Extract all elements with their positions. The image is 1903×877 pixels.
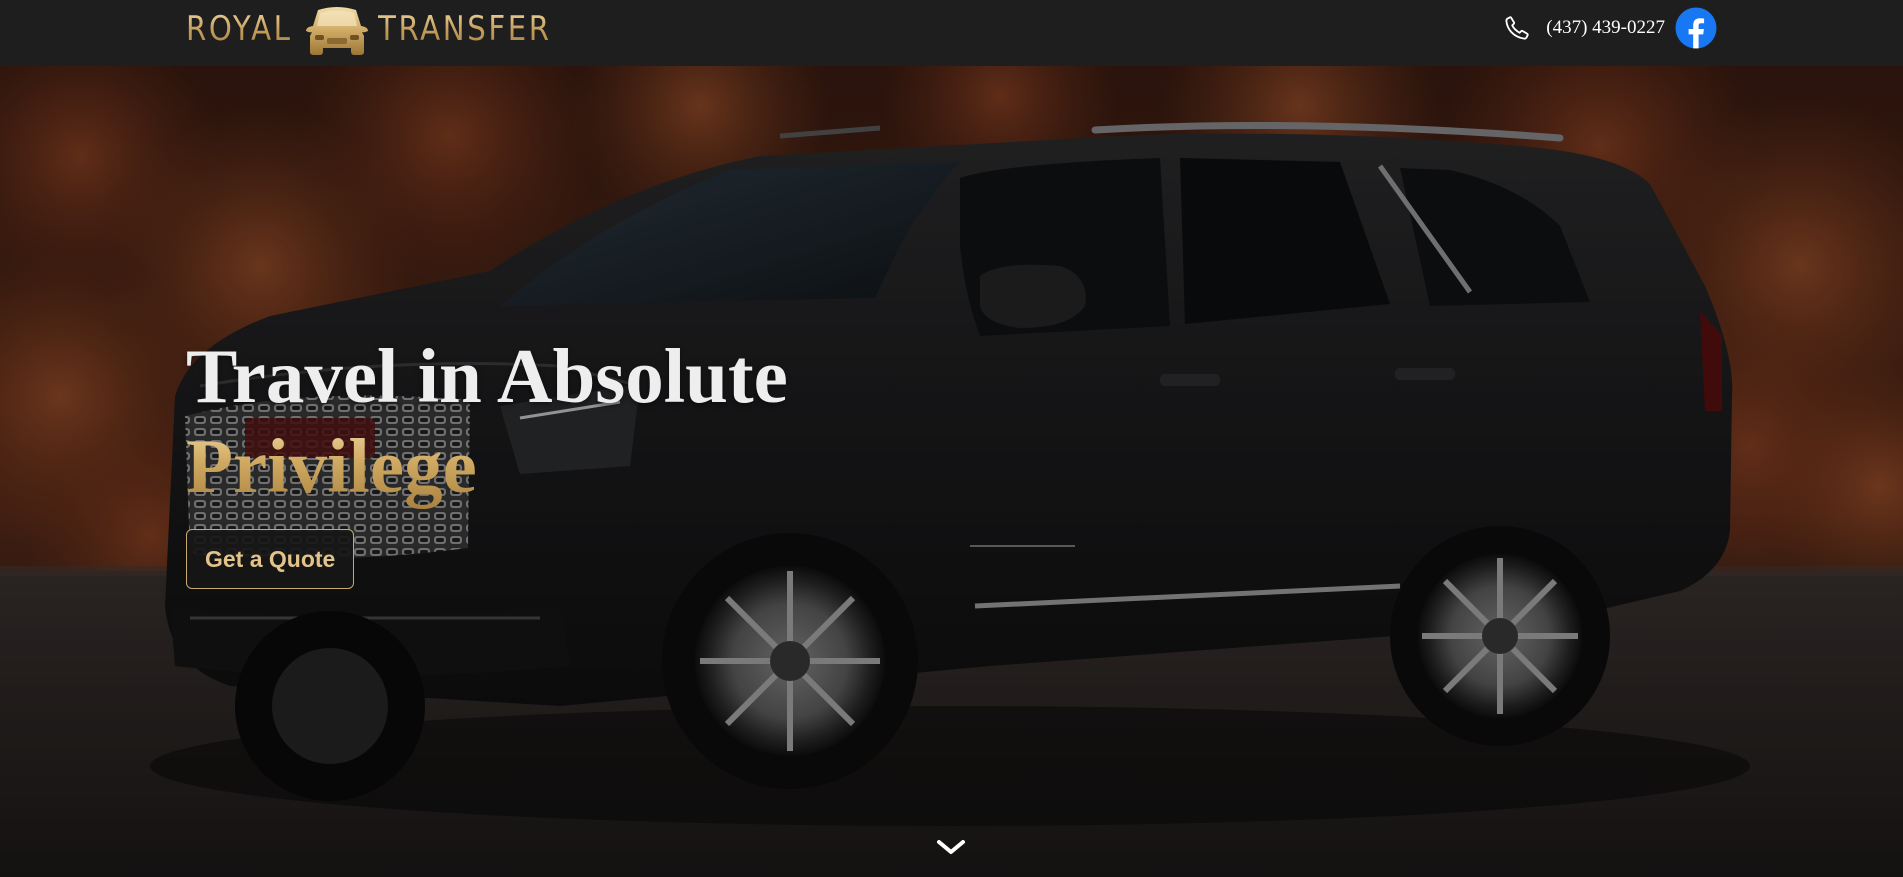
contact-area: (437) 439-0227 [1504,6,1717,50]
facebook-icon[interactable] [1675,7,1717,49]
brand-name-left: ROYAL [186,9,293,49]
headline-line-2-gold: Privilege [186,423,477,509]
top-header: ROYAL TRANSFER (437) 439-0227 [0,0,1903,66]
brand-name-right: TRANSFER [377,9,552,49]
phone-number-link[interactable]: (437) 439-0227 [1546,17,1665,39]
chevron-down-icon[interactable] [934,836,968,858]
get-a-quote-button[interactable]: Get a Quote [186,529,355,589]
headline-line-1: Travel in Absolute [186,333,788,419]
hero-section: Travel in Absolute Privilege Get a Quote [0,66,1903,877]
phone-icon[interactable] [1504,15,1530,41]
car-front-icon [305,7,368,55]
page: ROYAL TRANSFER (437) 439-0227 Travel in … [0,0,1903,877]
hero-content: Travel in Absolute Privilege Get a Quote [186,331,1086,589]
hero-headline: Travel in Absolute Privilege [186,331,1086,511]
brand-logo[interactable]: ROYAL TRANSFER [186,2,580,56]
